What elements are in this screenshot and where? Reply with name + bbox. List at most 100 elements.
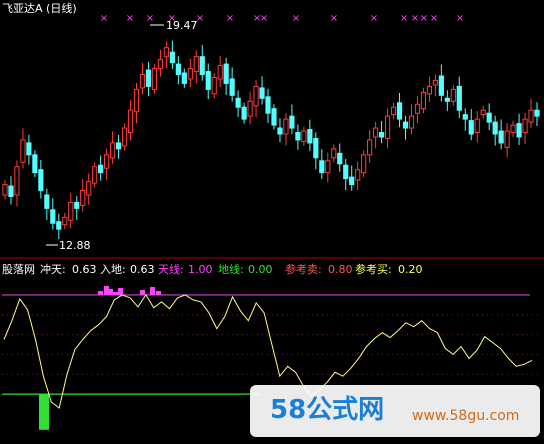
candle-body xyxy=(480,109,486,116)
watermark-logo: 58公式网 xyxy=(270,395,384,425)
candle-body xyxy=(384,115,391,139)
signal-mark: × xyxy=(400,13,408,24)
legend-tianxian-value: 1.00 xyxy=(188,263,213,276)
high-price-label: 19.47 xyxy=(166,19,198,32)
candle-body xyxy=(361,154,367,174)
signal-mark: × xyxy=(126,13,134,24)
signal-mark: × xyxy=(411,13,419,24)
watermark-url: www.58gu.com xyxy=(412,408,519,424)
candle-body xyxy=(504,130,510,148)
candle-body xyxy=(20,139,26,163)
signal-mark: × xyxy=(430,13,438,24)
signal-mark: × xyxy=(146,13,154,24)
candle-body xyxy=(98,164,104,174)
candle-body xyxy=(187,68,193,80)
candle-body xyxy=(474,118,480,134)
pink-signal-bar xyxy=(98,290,103,295)
candle-body xyxy=(438,75,444,96)
candle-body xyxy=(277,127,283,135)
signal-marks: × × × × × × ×× × × × × × × × × xyxy=(100,13,464,24)
signal-mark: × xyxy=(260,13,268,24)
candle-body xyxy=(402,121,409,129)
legend-chongtian-value: 0.63 xyxy=(72,263,97,276)
candle-body xyxy=(378,132,385,138)
candle-body xyxy=(390,106,397,116)
candle-body xyxy=(247,100,253,117)
candle-body xyxy=(235,97,241,108)
candle-body xyxy=(271,108,277,126)
candle-body xyxy=(145,69,152,87)
high-annotation: 19.47 xyxy=(150,19,198,32)
candle-body xyxy=(169,51,175,64)
candle-body xyxy=(104,154,110,169)
green-signal-bar xyxy=(39,394,49,430)
candle-body xyxy=(151,68,158,90)
pink-signal-bar xyxy=(108,288,113,295)
candle-body xyxy=(38,169,44,192)
candle-body xyxy=(498,130,504,144)
legend-sell-value: 0.80 xyxy=(328,263,353,276)
signal-mark: × xyxy=(456,13,464,24)
candle-body xyxy=(450,88,456,102)
candle-body xyxy=(510,124,516,134)
low-annotation: 12.88 xyxy=(46,239,91,252)
candle-body xyxy=(8,185,14,197)
legend-rudi-value: 0.63 xyxy=(130,263,155,276)
candle-body xyxy=(241,106,247,120)
signal-mark: × xyxy=(226,13,234,24)
candle-body xyxy=(26,142,32,156)
candle-body xyxy=(295,132,301,141)
candle-body xyxy=(265,96,271,114)
signal-mark: × xyxy=(420,13,428,24)
candle-body xyxy=(456,85,462,111)
indicator-grid xyxy=(2,294,540,395)
candle-body xyxy=(68,201,74,221)
legend-sell-label: 参考卖: xyxy=(285,262,322,276)
candle-body xyxy=(307,129,313,144)
signal-mark: × xyxy=(370,13,378,24)
legend-dixian-label: 地线: xyxy=(218,262,244,276)
candle-body xyxy=(223,63,229,84)
candle-body xyxy=(44,194,50,209)
candle-body xyxy=(62,216,68,226)
candle-body xyxy=(289,115,295,129)
candle-body xyxy=(408,115,415,129)
pink-signal-bar xyxy=(118,287,123,295)
pink-signal-bar xyxy=(150,286,155,295)
candle-body xyxy=(283,118,289,135)
candle-body xyxy=(121,127,128,147)
low-price-label: 12.88 xyxy=(59,239,91,252)
candle-body xyxy=(426,85,433,95)
legend-tianxian-label: 天线: xyxy=(158,262,184,276)
candle-body xyxy=(139,74,146,89)
legend-rudi-label: 入地: xyxy=(100,263,126,276)
candlestick-series xyxy=(2,40,540,239)
candle-body xyxy=(259,87,265,99)
candle-body xyxy=(325,160,331,174)
candle-body xyxy=(211,76,217,95)
candle-body xyxy=(534,109,540,117)
candle-body xyxy=(432,79,438,86)
candle-body xyxy=(462,114,468,120)
signal-mark: × xyxy=(330,13,338,24)
candle-body xyxy=(522,118,528,134)
candle-body xyxy=(127,109,134,134)
candle-body xyxy=(468,120,474,135)
candle-body xyxy=(355,169,361,181)
candle-body xyxy=(337,152,343,165)
candle-body xyxy=(414,103,421,114)
candle-body xyxy=(181,72,187,84)
candle-body xyxy=(319,160,325,174)
candle-body xyxy=(516,123,522,138)
candle-body xyxy=(193,56,199,73)
candle-body xyxy=(133,88,140,113)
candle-body xyxy=(373,127,379,138)
pink-signal-bar xyxy=(156,290,161,295)
indicator-legend: 股落网 冲天: 0.63 入地: 0.63 天线: 1.00 地线: 0.00 … xyxy=(2,262,423,276)
candle-body xyxy=(115,142,122,150)
legend-buy-value: 0.20 xyxy=(398,263,423,276)
pink-signal-bar xyxy=(140,289,145,295)
candle-body xyxy=(420,91,427,110)
candle-body xyxy=(14,166,20,196)
candle-body xyxy=(331,148,337,159)
